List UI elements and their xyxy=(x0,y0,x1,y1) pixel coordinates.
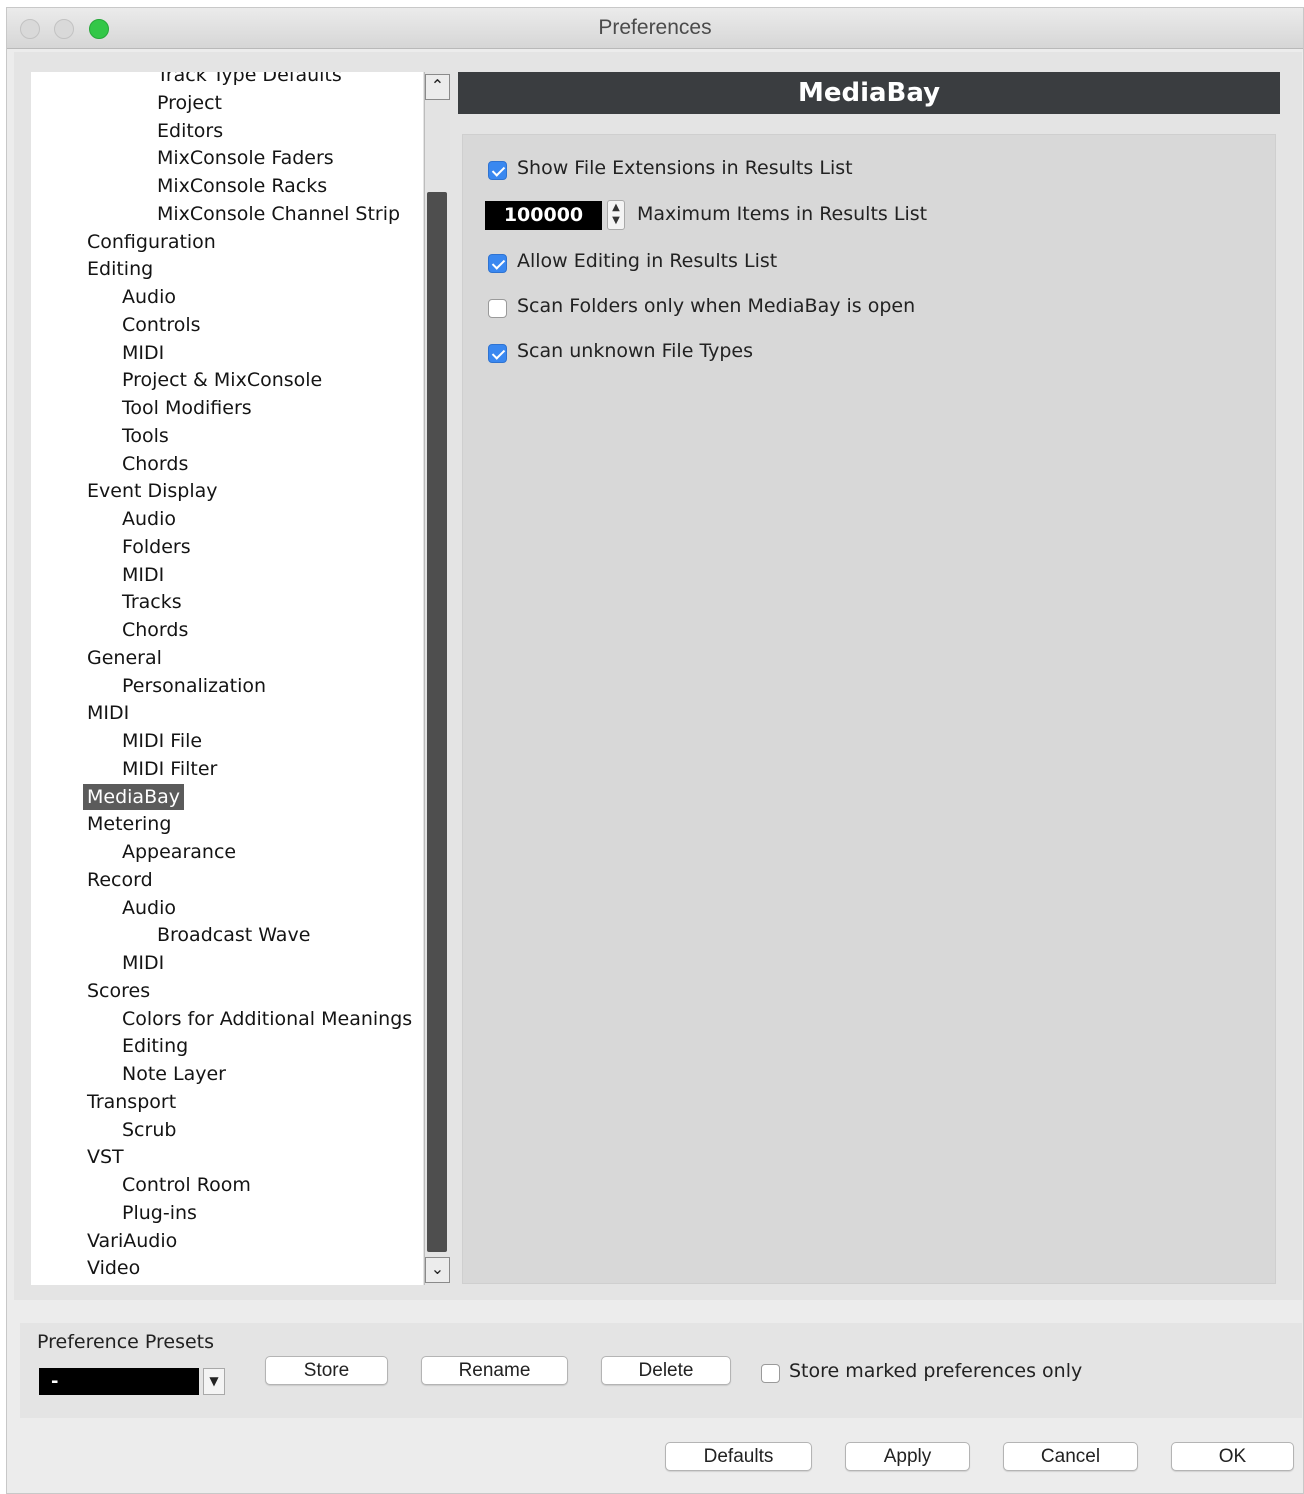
store-button[interactable]: Store xyxy=(265,1356,388,1385)
tree-item[interactable]: Record xyxy=(83,867,157,893)
tree-item[interactable]: Editing xyxy=(83,256,157,282)
tree-item[interactable]: MIDI xyxy=(118,950,168,976)
preset-select[interactable]: - xyxy=(39,1368,199,1395)
ok-button[interactable]: OK xyxy=(1171,1442,1294,1471)
allow-editing-checkbox[interactable] xyxy=(488,254,507,273)
tree-item[interactable]: Scores xyxy=(83,978,154,1004)
apply-button[interactable]: Apply xyxy=(845,1442,970,1471)
tree-item[interactable]: Video xyxy=(83,1255,144,1281)
scan-folders-only-checkbox[interactable] xyxy=(488,299,507,318)
allow-editing-label: Allow Editing in Results List xyxy=(517,250,778,272)
tree-item[interactable]: VST xyxy=(83,1144,128,1170)
tree-item[interactable]: General xyxy=(83,645,166,671)
show-extensions-label: Show File Extensions in Results List xyxy=(517,157,853,179)
scroll-thumb[interactable] xyxy=(427,192,447,1252)
defaults-button[interactable]: Defaults xyxy=(665,1442,812,1471)
tree-item[interactable]: MixConsole Faders xyxy=(153,145,338,171)
tree-item[interactable]: Scrub xyxy=(118,1117,180,1143)
tree-item[interactable]: Personalization xyxy=(118,673,270,699)
tree-item[interactable]: Event Display xyxy=(83,478,222,504)
scroll-down-button[interactable]: ⌄ xyxy=(425,1257,450,1283)
tree-item[interactable]: Tools xyxy=(118,423,173,449)
tree-item[interactable]: Chords xyxy=(118,451,192,477)
tree-item[interactable]: MIDI File xyxy=(118,728,206,754)
tree-item[interactable]: Transport xyxy=(83,1089,180,1115)
store-marked-label: Store marked preferences only xyxy=(789,1360,1083,1382)
tree-item[interactable]: Note Layer xyxy=(118,1061,230,1087)
tree-item[interactable]: Tool Modifiers xyxy=(118,395,256,421)
title-bar: Preferences xyxy=(7,8,1303,49)
delete-button[interactable]: Delete xyxy=(601,1356,731,1385)
tree-item[interactable]: Track Type Defaults xyxy=(153,72,346,88)
preset-dropdown-button[interactable]: ▼ xyxy=(203,1368,225,1395)
scan-unknown-checkbox[interactable] xyxy=(488,344,507,363)
tree-item[interactable]: MixConsole Racks xyxy=(153,173,331,199)
tree-item[interactable]: Appearance xyxy=(118,839,240,865)
window-title: Preferences xyxy=(598,16,712,39)
tree-item[interactable]: Plug-ins xyxy=(118,1200,201,1226)
tree-item[interactable]: Controls xyxy=(118,312,205,338)
tree-item[interactable]: Audio xyxy=(118,895,180,921)
tree-item[interactable]: Control Room xyxy=(118,1172,255,1198)
scroll-up-button[interactable]: ⌃ xyxy=(425,74,450,100)
tree-item[interactable]: Tracks xyxy=(118,589,186,615)
tree-item[interactable]: Configuration xyxy=(83,229,220,255)
tree-item[interactable]: Folders xyxy=(118,534,195,560)
max-items-field[interactable]: 100000 xyxy=(485,201,602,230)
tree-item[interactable]: Metering xyxy=(83,811,175,837)
tree-item[interactable]: MIDI xyxy=(118,340,168,366)
max-items-label: Maximum Items in Results List xyxy=(637,203,928,225)
tree-item[interactable]: Colors for Additional Meanings xyxy=(118,1006,416,1032)
scan-unknown-label: Scan unknown File Types xyxy=(517,340,753,362)
panel-title: MediaBay xyxy=(458,72,1280,114)
tree-item-selected[interactable]: MediaBay xyxy=(83,783,184,810)
tree-scrollbar[interactable]: ⌃ ⌄ xyxy=(424,72,450,1285)
preferences-tree[interactable]: Track Type Defaults Project Editors MixCons… xyxy=(31,72,423,1285)
tree-item[interactable]: VariAudio xyxy=(83,1228,181,1254)
cancel-button[interactable]: Cancel xyxy=(1003,1442,1138,1471)
tree-item[interactable]: Chords xyxy=(118,617,192,643)
tree-item[interactable]: Editors xyxy=(153,118,227,144)
tree-item[interactable]: Project xyxy=(153,90,226,116)
preference-presets-label: Preference Presets xyxy=(37,1331,215,1353)
tree-item[interactable]: Editing xyxy=(118,1033,192,1059)
tree-item[interactable]: Audio xyxy=(118,284,180,310)
tree-item[interactable]: Project & MixConsole xyxy=(118,367,326,393)
store-marked-checkbox[interactable] xyxy=(761,1364,780,1383)
tree-item[interactable]: MIDI xyxy=(118,562,168,588)
tree-item[interactable]: Broadcast Wave xyxy=(153,922,314,948)
show-extensions-checkbox[interactable] xyxy=(488,161,507,180)
tree-item[interactable]: MIDI Filter xyxy=(118,756,221,782)
tree-item[interactable]: Audio xyxy=(118,506,180,532)
tree-item[interactable]: MixConsole Channel Strip xyxy=(153,201,404,227)
max-items-stepper[interactable]: ▲ ▼ xyxy=(607,200,625,230)
scan-folders-only-label: Scan Folders only when MediaBay is open xyxy=(517,295,916,317)
tree-item[interactable]: MIDI xyxy=(83,700,133,726)
rename-button[interactable]: Rename xyxy=(421,1356,568,1385)
